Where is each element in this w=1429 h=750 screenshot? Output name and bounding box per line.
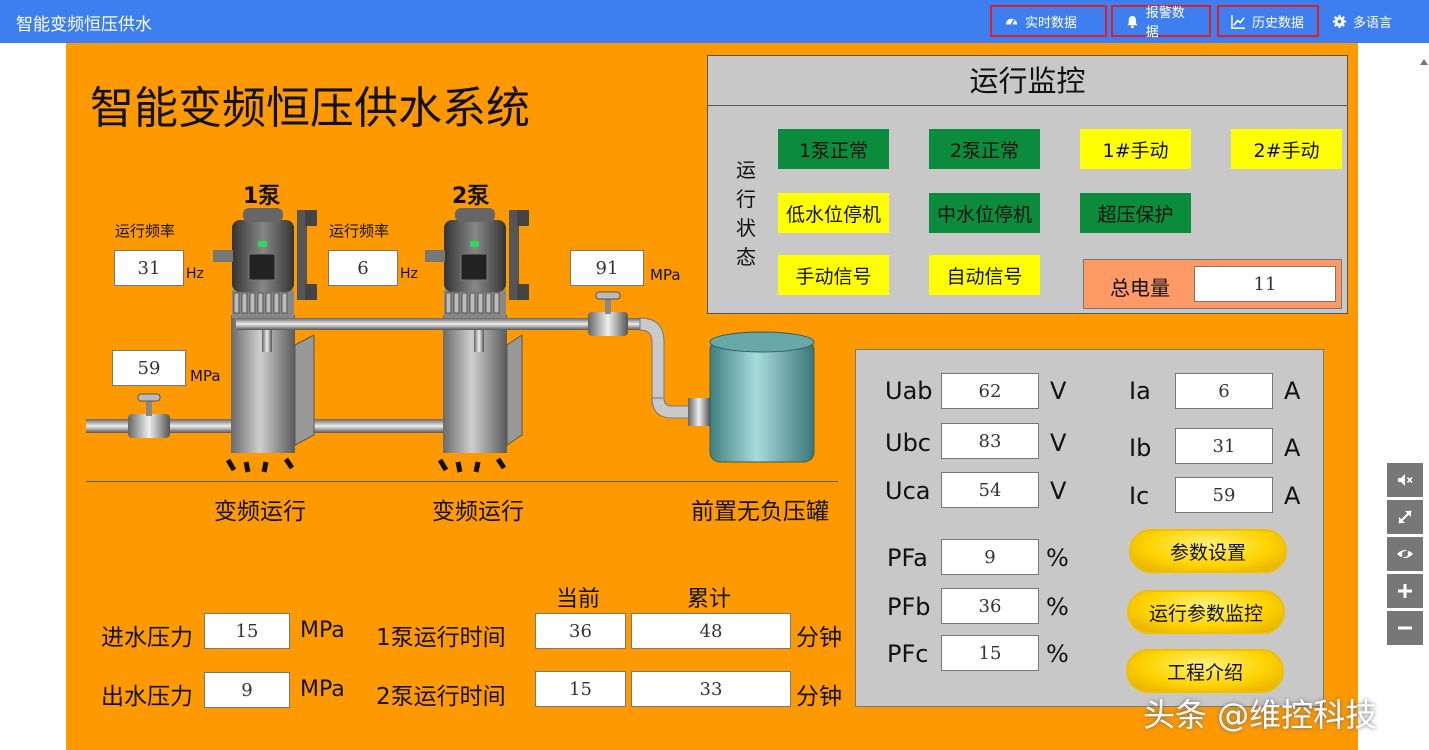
ia-value: 6 bbox=[1175, 373, 1273, 409]
pump2-time-current: 15 bbox=[535, 671, 626, 707]
outlet-pressure-value: 9 bbox=[204, 672, 290, 708]
ia-unit: A bbox=[1284, 377, 1301, 405]
run-monitor-panel: 运行监控 运 行 状 态 1泵正常 2泵正常 1#手动 2#手动 低水位停机 中… bbox=[707, 55, 1348, 314]
pfa-label: PFa bbox=[887, 544, 928, 572]
ubc-value: 83 bbox=[941, 423, 1039, 459]
mute-icon bbox=[1398, 474, 1413, 486]
uca-value: 54 bbox=[941, 472, 1039, 508]
project-intro-button[interactable]: 工程介绍 bbox=[1126, 649, 1284, 693]
zoom-in-button[interactable] bbox=[1387, 574, 1423, 608]
mid-water-stop-indicator: 中水位停机 bbox=[929, 193, 1040, 233]
outlet-pipe bbox=[236, 318, 648, 330]
pfb-unit: % bbox=[1046, 593, 1069, 621]
pump1-freq-label: 运行频率 bbox=[115, 222, 176, 240]
uca-unit: V bbox=[1050, 477, 1067, 505]
minus-icon bbox=[1398, 626, 1412, 630]
outlet-pressure-field: 91 bbox=[570, 250, 644, 286]
pump2-freq-unit: Hz bbox=[400, 266, 418, 282]
pump2-freq-label: 运行频率 bbox=[329, 222, 390, 240]
watermark: 头条 @维控科技 bbox=[1143, 696, 1378, 734]
tank-label: 前置无负压罐 bbox=[691, 499, 829, 525]
pump1-manual-indicator: 1#手动 bbox=[1080, 129, 1191, 169]
status-side-char: 运 bbox=[736, 158, 756, 182]
current-header: 当前 bbox=[556, 587, 601, 612]
total-energy-box: 总电量 11 bbox=[1083, 259, 1342, 309]
pump2-time-label: 2泵运行时间 bbox=[376, 684, 506, 710]
mute-button[interactable] bbox=[1387, 463, 1423, 497]
inlet-pressure-label: 进水压力 bbox=[101, 625, 193, 651]
pfb-value: 36 bbox=[941, 588, 1039, 624]
pfb-label: PFb bbox=[887, 593, 931, 621]
pfc-unit: % bbox=[1046, 640, 1069, 668]
plus-icon bbox=[1398, 584, 1412, 598]
run-param-monitor-button[interactable]: 运行参数监控 bbox=[1127, 590, 1285, 634]
inlet-valve bbox=[128, 393, 170, 438]
inlet-pressure-unit-bottom: MPa bbox=[300, 618, 345, 643]
pump2-time-unit: 分钟 bbox=[796, 684, 842, 710]
uab-label: Uab bbox=[885, 377, 933, 405]
outlet-pressure-unit-bottom: MPa bbox=[300, 677, 345, 702]
ubc-unit: V bbox=[1050, 429, 1067, 457]
pump1-time-current: 36 bbox=[535, 613, 626, 649]
total-energy-value: 11 bbox=[1194, 266, 1336, 302]
visibility-button[interactable] bbox=[1387, 537, 1423, 571]
total-energy-label: 总电量 bbox=[1110, 276, 1170, 300]
monitor-title: 运行监控 bbox=[708, 56, 1347, 106]
pump1-normal-indicator: 1泵正常 bbox=[778, 129, 889, 169]
electrical-params-panel: Uab 62 V Ubc 83 V Uca 54 V Ia 6 A Ib 31 … bbox=[855, 349, 1324, 707]
eye-icon bbox=[1397, 547, 1413, 561]
status-side-label: 运 行 状 态 bbox=[734, 156, 758, 272]
pfa-unit: % bbox=[1046, 544, 1069, 572]
pump2-normal-indicator: 2泵正常 bbox=[929, 129, 1040, 169]
uab-unit: V bbox=[1050, 377, 1067, 405]
outlet-pressure-label: 出水压力 bbox=[101, 684, 193, 710]
pump2-status: 变频运行 bbox=[432, 499, 524, 525]
param-settings-button[interactable]: 参数设置 bbox=[1129, 529, 1287, 573]
pump1-freq-field: 31 bbox=[114, 250, 184, 286]
floating-toolbar bbox=[1387, 463, 1423, 648]
uab-value: 62 bbox=[941, 373, 1039, 409]
pump2-manual-indicator: 2#手动 bbox=[1231, 129, 1342, 169]
ia-label: Ia bbox=[1129, 377, 1151, 405]
pump1-time-label: 1泵运行时间 bbox=[376, 625, 506, 651]
pump1-time-unit: 分钟 bbox=[796, 625, 842, 651]
diagram-baseline bbox=[86, 481, 838, 482]
pump2-name: 2泵 bbox=[452, 184, 490, 209]
fullscreen-button[interactable] bbox=[1387, 500, 1423, 534]
uca-label: Uca bbox=[885, 477, 931, 505]
over-pressure-indicator: 超压保护 bbox=[1080, 193, 1191, 233]
ic-unit: A bbox=[1284, 482, 1301, 510]
ib-unit: A bbox=[1284, 434, 1301, 462]
outlet-valve bbox=[588, 291, 628, 336]
total-header: 累计 bbox=[687, 587, 732, 612]
low-water-stop-indicator: 低水位停机 bbox=[778, 193, 889, 233]
pfc-value: 15 bbox=[941, 635, 1039, 671]
ib-value: 31 bbox=[1175, 428, 1273, 464]
inlet-pressure-field: 59 bbox=[112, 350, 186, 386]
inlet-pressure-unit: MPa bbox=[190, 367, 221, 385]
pressure-tank bbox=[709, 331, 815, 463]
outlet-pressure-unit: MPa bbox=[650, 266, 681, 284]
manual-signal-indicator: 手动信号 bbox=[778, 255, 889, 295]
ib-label: Ib bbox=[1129, 434, 1152, 462]
ubc-label: Ubc bbox=[885, 429, 931, 457]
status-side-char: 态 bbox=[736, 245, 756, 269]
pump1-name: 1泵 bbox=[243, 184, 281, 209]
auto-signal-indicator: 自动信号 bbox=[929, 255, 1040, 295]
ic-value: 59 bbox=[1175, 477, 1273, 513]
pfc-label: PFc bbox=[887, 640, 929, 668]
pump1-freq-unit: Hz bbox=[186, 266, 204, 282]
expand-icon bbox=[1398, 510, 1412, 524]
pump1-status: 变频运行 bbox=[214, 499, 306, 525]
ic-label: Ic bbox=[1129, 482, 1150, 510]
pump2-time-total: 33 bbox=[631, 671, 791, 707]
zoom-out-button[interactable] bbox=[1387, 611, 1423, 645]
pfa-value: 9 bbox=[941, 539, 1039, 575]
status-side-char: 行 bbox=[736, 187, 756, 211]
inlet-pressure-value: 15 bbox=[204, 613, 290, 649]
status-side-char: 状 bbox=[736, 216, 756, 240]
pump2-freq-field: 6 bbox=[328, 250, 398, 286]
pump1-time-total: 48 bbox=[631, 613, 791, 649]
